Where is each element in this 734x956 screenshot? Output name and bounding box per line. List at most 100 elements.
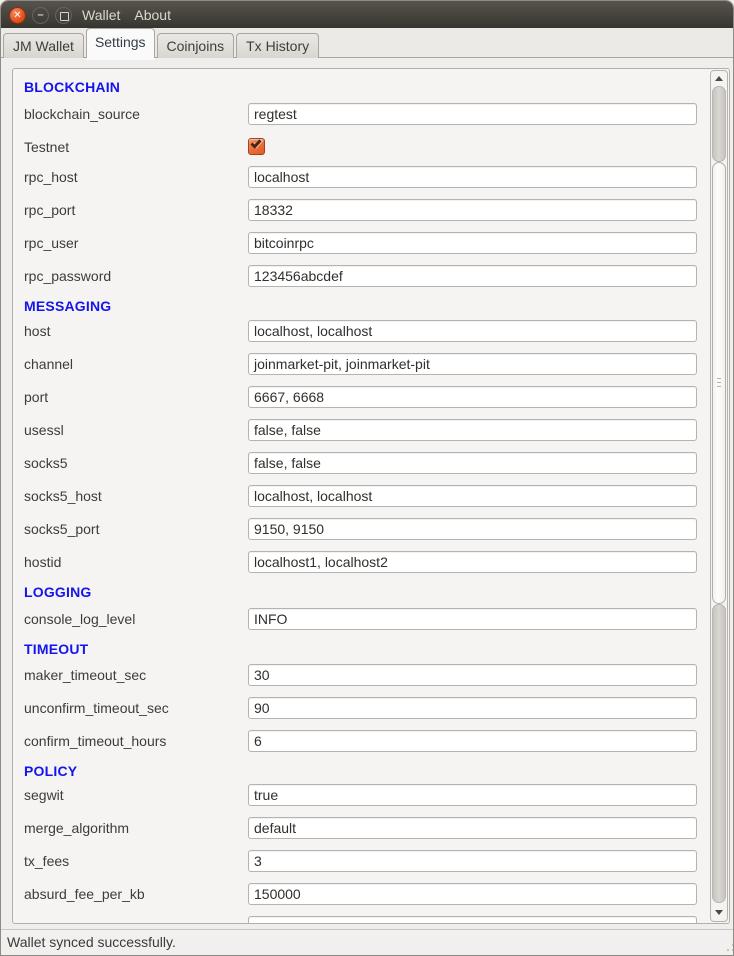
- partial-input[interactable]: [248, 916, 697, 923]
- tab-jm-wallet[interactable]: JM Wallet: [3, 33, 84, 58]
- status-message: Wallet synced successfully.: [7, 930, 176, 955]
- setting-row-blockchain-source: blockchain_sourceregtest: [13, 103, 709, 136]
- arrow-down-icon: [715, 910, 723, 915]
- absurd-fee-per-kb-input[interactable]: 150000: [248, 883, 697, 905]
- setting-label: maker_timeout_sec: [24, 664, 248, 686]
- port-input[interactable]: 6667, 6668: [248, 386, 697, 408]
- tab-coinjoins[interactable]: Coinjoins: [157, 33, 235, 58]
- section-header: TIMEOUT: [24, 641, 88, 657]
- setting-label: blockchain_source: [24, 103, 248, 125]
- section-policy: POLICY: [13, 763, 709, 784]
- setting-label: channel: [24, 353, 248, 375]
- setting-label: Testnet: [24, 136, 248, 158]
- app-window: Wallet About JM WalletSettingsCoinjoinsTx…: [0, 0, 734, 956]
- setting-row-port: port6667, 6668: [13, 386, 709, 419]
- setting-row-channel: channeljoinmarket-pit, joinmarket-pit: [13, 353, 709, 386]
- rpc-user-input[interactable]: bitcoinrpc: [248, 232, 697, 254]
- socks5-input[interactable]: false, false: [248, 452, 697, 474]
- window-controls: [9, 7, 72, 24]
- scrollbar-thumb[interactable]: [712, 162, 726, 604]
- socks5-host-input[interactable]: localhost, localhost: [248, 485, 697, 507]
- menu-item-wallet[interactable]: Wallet: [80, 1, 122, 29]
- setting-row-merge-algorithm: merge_algorithmdefault: [13, 817, 709, 850]
- hostid-input[interactable]: localhost1, localhost2: [248, 551, 697, 573]
- setting-label: usessl: [24, 419, 248, 441]
- rpc-password-input[interactable]: 123456abcdef: [248, 265, 697, 287]
- section-header: BLOCKCHAIN: [24, 79, 120, 95]
- setting-label: host: [24, 320, 248, 342]
- close-icon[interactable]: [9, 7, 26, 24]
- setting-row-hostid: hostidlocalhost1, localhost2: [13, 551, 709, 584]
- title-bar: Wallet About: [1, 1, 733, 29]
- setting-row-host: hostlocalhost, localhost: [13, 320, 709, 353]
- setting-row-socks5-port: socks5_port9150, 9150: [13, 518, 709, 551]
- channel-input[interactable]: joinmarket-pit, joinmarket-pit: [248, 353, 697, 375]
- section-blockchain: BLOCKCHAIN: [13, 77, 709, 103]
- setting-row-console-log-level: console_log_levelINFO: [13, 608, 709, 641]
- section-timeout: TIMEOUT: [13, 641, 709, 664]
- settings-form: BLOCKCHAIN blockchain_sourceregtestTestne…: [13, 69, 709, 923]
- confirm-timeout-hours-input[interactable]: 6: [248, 730, 697, 752]
- scroll-down-button[interactable]: [711, 903, 727, 921]
- setting-row-socks5-host: socks5_hostlocalhost, localhost: [13, 485, 709, 518]
- setting-label: rpc_user: [24, 232, 248, 254]
- section-header: POLICY: [24, 763, 77, 779]
- scrollbar-trough-lower[interactable]: [712, 604, 726, 903]
- tab-bar: JM WalletSettingsCoinjoinsTx History: [1, 28, 733, 58]
- setting-row-rpc-user: rpc_userbitcoinrpc: [13, 232, 709, 265]
- setting-label: rpc_password: [24, 265, 248, 287]
- setting-label: rpc_port: [24, 199, 248, 221]
- setting-label: segwit: [24, 784, 248, 806]
- section-logging: LOGGING: [13, 584, 709, 608]
- scrollbar-trough-upper[interactable]: [712, 86, 726, 162]
- menu-item-about[interactable]: About: [132, 1, 173, 29]
- section-header: LOGGING: [24, 584, 92, 600]
- blockchain-source-input[interactable]: regtest: [248, 103, 697, 125]
- testnet-checkbox[interactable]: [248, 138, 265, 155]
- status-bar: Wallet synced successfully.: [1, 929, 733, 955]
- tab-tx-history[interactable]: Tx History: [236, 33, 319, 58]
- maker-timeout-sec-input[interactable]: 30: [248, 664, 697, 686]
- setting-row-maker-timeout-sec: maker_timeout_sec30: [13, 664, 709, 697]
- setting-row-unconfirm-timeout-sec: unconfirm_timeout_sec90: [13, 697, 709, 730]
- setting-label: console_log_level: [24, 608, 248, 630]
- setting-row-rpc-password: rpc_password123456abcdef: [13, 265, 709, 298]
- tab-settings[interactable]: Settings: [86, 28, 155, 58]
- setting-label: absurd_fee_per_kb: [24, 883, 248, 905]
- setting-label: merge_algorithm: [24, 817, 248, 839]
- unconfirm-timeout-sec-input[interactable]: 90: [248, 697, 697, 719]
- settings-scroll-area: BLOCKCHAIN blockchain_sourceregtestTestne…: [12, 68, 730, 924]
- setting-row-absurd-fee-per-kb: absurd_fee_per_kb150000: [13, 883, 709, 916]
- checkmark-icon: [250, 137, 261, 148]
- vertical-scrollbar[interactable]: [710, 70, 728, 922]
- setting-label: port: [24, 386, 248, 408]
- arrow-up-icon: [715, 76, 723, 81]
- minimize-icon[interactable]: [32, 7, 49, 24]
- tx-fees-input[interactable]: 3: [248, 850, 697, 872]
- scroll-up-button[interactable]: [711, 71, 727, 86]
- usessl-input[interactable]: false, false: [248, 419, 697, 441]
- setting-row-usessl: usesslfalse, false: [13, 419, 709, 452]
- segwit-input[interactable]: true: [248, 784, 697, 806]
- setting-label: confirm_timeout_hours: [24, 730, 248, 752]
- setting-label: tx_fees: [24, 850, 248, 872]
- setting-row-tx-fees: tx_fees3: [13, 850, 709, 883]
- setting-label: socks5_host: [24, 485, 248, 507]
- merge-algorithm-input[interactable]: default: [248, 817, 697, 839]
- scrollbar-trough[interactable]: [712, 86, 726, 903]
- setting-row-rpc-host: rpc_hostlocalhost: [13, 166, 709, 199]
- host-input[interactable]: localhost, localhost: [248, 320, 697, 342]
- console-log-level-input[interactable]: INFO: [248, 608, 697, 630]
- setting-label: unconfirm_timeout_sec: [24, 697, 248, 719]
- content-pane: BLOCKCHAIN blockchain_sourceregtestTestne…: [1, 58, 733, 929]
- section-messaging: MESSAGING: [13, 298, 709, 320]
- setting-row-testnet: Testnet: [13, 136, 709, 166]
- socks5-port-input[interactable]: 9150, 9150: [248, 518, 697, 540]
- rpc-host-input[interactable]: localhost: [248, 166, 697, 188]
- setting-row-partial: [13, 916, 709, 923]
- setting-label: socks5: [24, 452, 248, 474]
- rpc-port-input[interactable]: 18332: [248, 199, 697, 221]
- resize-grip-icon[interactable]: [727, 949, 729, 951]
- setting-label: rpc_host: [24, 166, 248, 188]
- maximize-icon[interactable]: [55, 7, 72, 24]
